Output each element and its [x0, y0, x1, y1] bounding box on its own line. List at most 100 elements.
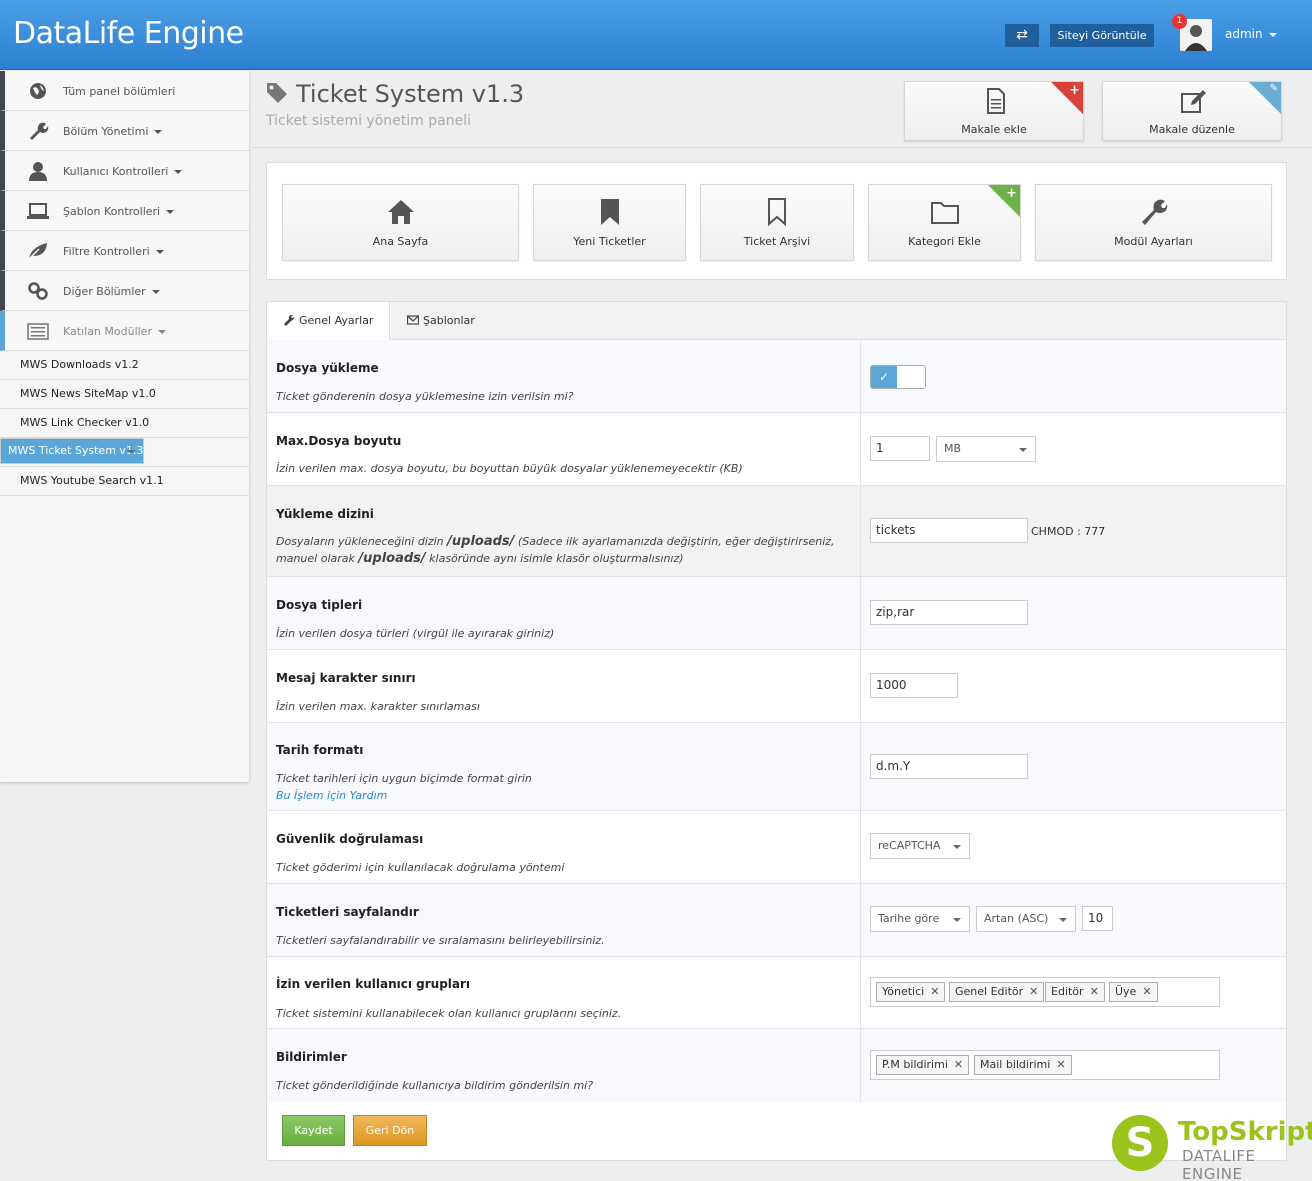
- chevron-down-icon: [174, 170, 183, 174]
- notification-badge[interactable]: 1: [1172, 14, 1187, 29]
- sidebar-item-users[interactable]: Kullanıcı Kontrolleri: [0, 151, 249, 191]
- edit-article-button[interactable]: ✎ Makale düzenle: [1102, 81, 1282, 141]
- page-subtitle: Ticket sistemi yönetim paneli: [266, 113, 471, 129]
- sidebar-item-text: Şablon Kontrolleri: [63, 205, 161, 218]
- brand-logo[interactable]: DataLife Engine: [13, 16, 244, 51]
- leaf-icon: [28, 243, 47, 260]
- watermark-sub: DATALIFE ENGINE: [1182, 1147, 1256, 1181]
- watermark-logo: S TopSkript DATALIFE ENGINE: [1112, 1115, 1312, 1181]
- setting-desc: İzin verilen dosya türleri (virgül ile a…: [276, 627, 555, 640]
- chevron-down-icon: [151, 290, 160, 294]
- page-title-text: Ticket System v1.3: [296, 80, 525, 108]
- top-bar: DataLife Engine ⇄ Siteyi Görüntüle 1 adm…: [0, 0, 1312, 70]
- link-icon: [28, 282, 48, 300]
- nav-label: Ana Sayfa: [372, 235, 429, 248]
- setting-desc: Dosyaların yükleneceğini dizin /uploads/…: [276, 533, 836, 567]
- notify-multiselect[interactable]: P.M bildirimi ✕ Mail bildirimi ✕: [870, 1050, 1220, 1080]
- sidebar-item-templates[interactable]: Şablon Kontrolleri: [0, 191, 249, 231]
- groups-multiselect[interactable]: Yönetici ✕ Genel Editör ✕ Editör ✕ Üye ✕: [870, 977, 1220, 1007]
- sidebar-item-label: Kullanıcı Kontrolleri: [63, 165, 183, 178]
- chip[interactable]: Mail bildirimi ✕: [974, 1055, 1072, 1075]
- nav-ticket-archive[interactable]: Ticket Arşivi: [700, 184, 854, 261]
- sort-select[interactable]: Tarihe göre: [870, 906, 970, 932]
- nav-label: Yeni Ticketler: [573, 235, 646, 248]
- module-item[interactable]: MWS Youtube Search v1.1: [0, 467, 249, 496]
- chevron-down-icon: [155, 250, 164, 254]
- setting-title: Max.Dosya boyutu: [276, 434, 402, 448]
- view-site-button[interactable]: Siteyi Görüntüle: [1050, 24, 1154, 47]
- size-unit-select[interactable]: MB: [936, 436, 1036, 462]
- sidebar-item-label: Diğer Bölümler: [63, 285, 160, 298]
- tag-icon: [267, 83, 287, 103]
- close-icon[interactable]: ✕: [1029, 985, 1038, 998]
- sidebar-item-all[interactable]: Tüm panel bölümleri: [0, 71, 249, 111]
- upload-toggle[interactable]: ✓: [870, 365, 926, 389]
- page-title: Ticket System v1.3: [266, 80, 524, 108]
- per-page-input[interactable]: 10: [1082, 906, 1113, 931]
- column-divider: [860, 811, 861, 883]
- module-item-active[interactable]: MWS Ticket System v1.3: [0, 438, 145, 464]
- column-divider: [860, 884, 861, 956]
- setting-desc: Ticket göderimi için kullanılacak doğrul…: [276, 861, 565, 874]
- file-types-input[interactable]: zip,rar: [870, 600, 1028, 625]
- maxsize-input[interactable]: 1: [870, 436, 930, 461]
- chip-label: Editör: [1051, 985, 1084, 998]
- quick-label: Makale ekle: [961, 123, 1027, 136]
- swap-icon: ⇄: [1016, 27, 1028, 43]
- setting-desc: İzin verilen max. dosya boyutu, bu boyut…: [276, 462, 743, 475]
- setting-title: Dosya yükleme: [276, 361, 379, 375]
- sidebar-item-modules[interactable]: Katılan Modüller: [0, 311, 249, 351]
- user-menu[interactable]: admin: [1225, 27, 1277, 41]
- setting-desc: Ticket gönderenin dosya yüklemesine izin…: [276, 390, 574, 403]
- nav-new-tickets[interactable]: Yeni Ticketler: [533, 184, 686, 261]
- column-divider: [860, 1029, 861, 1102]
- home-icon: [387, 200, 414, 224]
- module-item[interactable]: MWS Downloads v1.2: [0, 351, 249, 380]
- tab-general[interactable]: Genel Ayarlar: [267, 302, 391, 341]
- swap-button[interactable]: ⇄: [1005, 24, 1039, 47]
- sidebar-item-sections[interactable]: Bölüm Yönetimi: [0, 111, 249, 151]
- close-icon[interactable]: ✕: [1142, 985, 1151, 998]
- sidebar-item-other[interactable]: Diğer Bölümler: [0, 271, 249, 311]
- sidebar-item-filters[interactable]: Filtre Kontrolleri: [0, 231, 249, 271]
- user-name: admin: [1225, 27, 1263, 41]
- close-icon[interactable]: ✕: [1056, 1058, 1065, 1071]
- chip[interactable]: Editör ✕: [1045, 982, 1105, 1002]
- module-item[interactable]: MWS News SiteMap v1.0: [0, 380, 249, 409]
- list-icon: [27, 323, 49, 340]
- chip[interactable]: Yönetici ✕: [876, 982, 946, 1002]
- msg-limit-input[interactable]: 1000: [870, 673, 958, 698]
- chevron-down-icon: [166, 210, 175, 214]
- nav-add-category[interactable]: + Kategori Ekle: [868, 184, 1021, 261]
- nav-home[interactable]: Ana Sayfa: [282, 184, 519, 261]
- back-button[interactable]: Geri Dön: [353, 1115, 427, 1146]
- tab-templates[interactable]: Şablonlar: [391, 302, 491, 341]
- nav-label: Ticket Arşivi: [743, 235, 811, 248]
- close-icon[interactable]: ✕: [930, 985, 939, 998]
- setting-dir: Yükleme dizini Dosyaların yükleneceğini …: [267, 486, 1286, 577]
- module-item[interactable]: MWS Link Checker v1.0: [0, 409, 249, 438]
- wrench-icon: [1141, 199, 1167, 225]
- setting-paging: Ticketleri sayfalandır Ticketleri sayfal…: [267, 884, 1286, 957]
- sidebar-item-text: Filtre Kontrolleri: [63, 245, 150, 258]
- settings-panel: Genel Ayarlar Şablonlar Dosya yükleme Ti…: [266, 301, 1287, 1161]
- help-link[interactable]: Bu İşlem için Yardım: [276, 787, 836, 804]
- nav-module-settings[interactable]: Modül Ayarları: [1035, 184, 1272, 261]
- chip-label: Yönetici: [882, 985, 925, 998]
- order-select[interactable]: Artan (ASC): [976, 906, 1076, 932]
- sidebar-item-label: Bölüm Yönetimi: [63, 125, 163, 138]
- captcha-select[interactable]: reCAPTCHA: [870, 833, 970, 859]
- setting-title: Yükleme dizini: [276, 507, 374, 521]
- date-format-input[interactable]: d.m.Y: [870, 754, 1028, 779]
- wrench-icon: [30, 122, 49, 140]
- plus-icon: +: [1069, 83, 1080, 98]
- add-article-button[interactable]: + Makale ekle: [904, 81, 1084, 141]
- close-icon[interactable]: ✕: [954, 1058, 963, 1071]
- chip[interactable]: Üye ✕: [1109, 982, 1158, 1002]
- chip[interactable]: P.M bildirimi ✕: [876, 1055, 970, 1075]
- chip[interactable]: Genel Editör ✕: [949, 982, 1045, 1002]
- close-icon[interactable]: ✕: [1090, 985, 1099, 998]
- save-button[interactable]: Kaydet: [282, 1115, 345, 1146]
- upload-dir-input[interactable]: tickets: [870, 518, 1028, 543]
- setting-desc: Ticketleri sayfalandırabilir ve sıralama…: [276, 934, 605, 947]
